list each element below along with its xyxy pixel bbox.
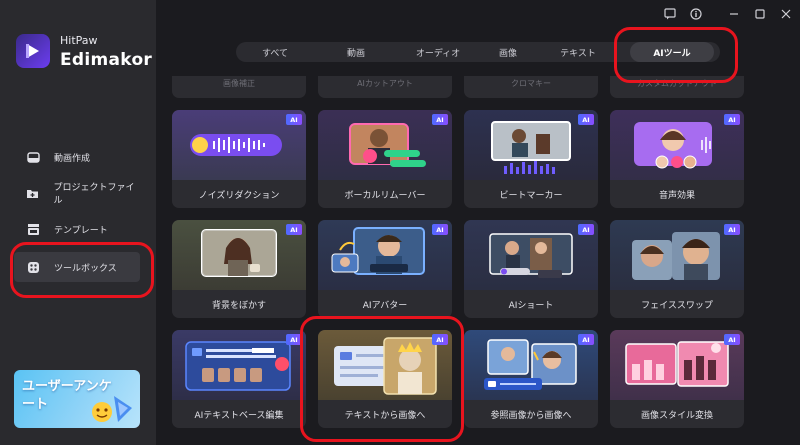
tool-card-vocal-remover[interactable]: AI ボーカルリムーバー xyxy=(318,110,452,208)
tool-label: AIアバター xyxy=(362,300,408,311)
ai-badge: AI xyxy=(578,334,594,345)
sidebar-item-project-files[interactable]: プロジェクトファイル xyxy=(14,178,140,208)
folder-icon xyxy=(26,186,39,200)
ai-badge: AI xyxy=(432,334,448,345)
home-icon xyxy=(26,150,40,164)
tool-card-noise-reduction[interactable]: AI ノイズリダクション xyxy=(172,110,306,208)
tool-card-partial[interactable]: AIカットアウト xyxy=(318,76,452,98)
tool-card-ai-text-based-editing[interactable]: AI AIテキストベース編集 xyxy=(172,330,306,428)
brand-product: Edimakor xyxy=(60,50,153,70)
ai-badge: AI xyxy=(578,224,594,235)
tab-audio[interactable]: オーディオ xyxy=(402,42,474,62)
sidebar-item-label: テンプレート xyxy=(54,225,108,236)
tool-label: 音声効果 xyxy=(658,190,695,201)
app-window: HitPaw Edimakor 動画作成 プロジェクトファイル テンプレート ツ… xyxy=(0,0,800,445)
tool-label: 画像スタイル変換 xyxy=(640,410,713,421)
tool-card-ai-shorts[interactable]: AI AIショート xyxy=(464,220,598,318)
feedback-icon[interactable] xyxy=(662,6,678,22)
tool-label: 参照画像から画像へ xyxy=(490,410,572,421)
tab-video[interactable]: 動画 xyxy=(326,42,386,62)
survey-illustration-icon xyxy=(92,396,132,422)
sidebar-item-templates[interactable]: テンプレート xyxy=(14,214,140,244)
ai-badge: AI xyxy=(724,224,740,235)
tool-card-text-to-image[interactable]: AI テキストから画像へ xyxy=(318,330,452,428)
tool-card-face-swap[interactable]: AI フェイススワップ xyxy=(610,220,744,318)
ai-badge: AI xyxy=(286,224,302,235)
toolbox-icon xyxy=(26,260,40,274)
sidebar: HitPaw Edimakor 動画作成 プロジェクトファイル テンプレート ツ… xyxy=(0,0,156,445)
ai-badge: AI xyxy=(724,334,740,345)
tab-image[interactable]: 画像 xyxy=(480,42,536,62)
info-icon[interactable] xyxy=(688,6,704,22)
tool-card-partial[interactable]: クロマキー xyxy=(464,76,598,98)
tab-text[interactable]: テキスト xyxy=(548,42,608,62)
tool-label: AIテキストベース編集 xyxy=(194,410,284,421)
template-icon xyxy=(26,222,40,236)
maximize-icon[interactable] xyxy=(752,6,768,22)
sidebar-item-label: プロジェクトファイル xyxy=(53,183,135,206)
brand-name: HitPaw xyxy=(60,34,98,47)
survey-banner[interactable]: ユーザーアンケート xyxy=(14,370,140,428)
ai-badge: AI xyxy=(286,114,302,125)
tool-label: ボーカルリムーバー xyxy=(344,190,426,201)
ai-badge: AI xyxy=(432,114,448,125)
sidebar-item-create-video[interactable]: 動画作成 xyxy=(14,142,140,172)
tool-label: フェイススワップ xyxy=(641,300,713,311)
tool-label: テキストから画像へ xyxy=(344,410,426,421)
ai-badge: AI xyxy=(578,114,594,125)
tool-label: AIショート xyxy=(508,300,554,311)
sidebar-item-label: ツールボックス xyxy=(54,263,117,274)
tool-card-voice-effects[interactable]: AI 音声効果 xyxy=(610,110,744,208)
tool-card-blur-background[interactable]: AI 背景をぼかす xyxy=(172,220,306,318)
sidebar-item-toolbox[interactable]: ツールボックス xyxy=(14,252,140,282)
ai-badge: AI xyxy=(724,114,740,125)
app-logo-icon xyxy=(16,34,50,68)
tab-all[interactable]: すべて xyxy=(242,42,308,62)
tool-card-reference-image-to-image[interactable]: AI 参照画像から画像へ xyxy=(464,330,598,428)
tool-label: ノイズリダクション xyxy=(198,190,280,201)
tool-label: 背景をぼかす xyxy=(211,300,266,311)
tool-card-ai-avatar[interactable]: AI AIアバター xyxy=(318,220,452,318)
ai-badge: AI xyxy=(432,224,448,235)
tab-ai-tools[interactable]: AIツール xyxy=(630,42,714,62)
minimize-icon[interactable] xyxy=(726,6,742,22)
tool-label: ビートマーカー xyxy=(499,190,563,201)
close-icon[interactable] xyxy=(778,6,794,22)
sidebar-item-label: 動画作成 xyxy=(54,153,91,164)
tool-card-beat-marker[interactable]: AI ビートマーカー xyxy=(464,110,598,208)
tool-card-partial[interactable]: カスタムカットアウト xyxy=(610,76,744,98)
tool-card-partial[interactable]: 画像補正 xyxy=(172,76,306,98)
ai-badge: AI xyxy=(286,334,302,345)
tool-card-image-style-transfer[interactable]: AI 画像スタイル変換 xyxy=(610,330,744,428)
